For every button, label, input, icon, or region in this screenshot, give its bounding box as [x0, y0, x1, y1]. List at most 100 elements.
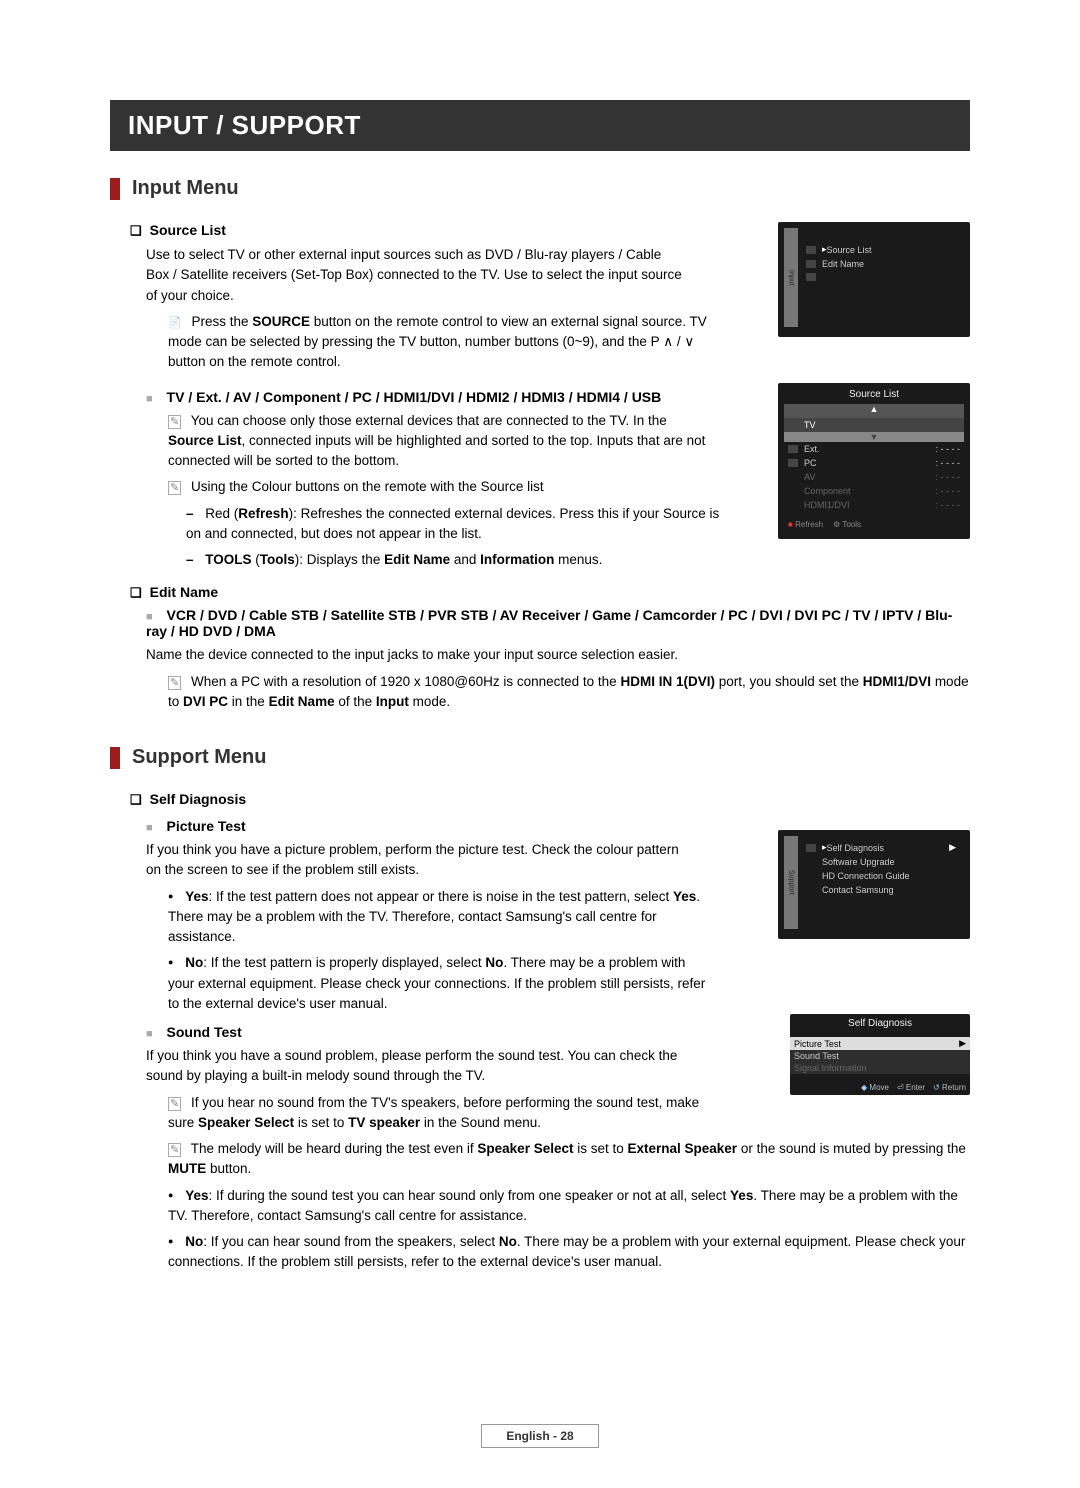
- t: Yes: [185, 1188, 208, 1203]
- figure-title: Self Diagnosis: [790, 1014, 970, 1033]
- pencil-icon: [168, 413, 187, 428]
- t: button.: [206, 1161, 251, 1176]
- t: Yes: [730, 1188, 753, 1203]
- figure-row: ▸ Source List: [802, 242, 960, 257]
- sound-test-note1: If you hear no sound from the TV's speak…: [168, 1093, 708, 1134]
- t: Press the: [191, 314, 252, 329]
- section-support-menu: Support Menu: [110, 746, 970, 769]
- figure-icon: [788, 445, 798, 453]
- section-input-menu: Input Menu: [110, 177, 970, 200]
- t: : - - - -: [936, 444, 961, 454]
- t: Edit Name: [384, 552, 450, 567]
- t: TV / Ext. / AV / Component / PC / HDMI1/…: [167, 389, 662, 405]
- colour-buttons-note: Using the Colour buttons on the remote w…: [168, 477, 708, 497]
- pencil-icon: [168, 1095, 187, 1110]
- t: Refresh: [238, 506, 288, 521]
- t: Ext.: [804, 444, 820, 454]
- t: SOURCE: [252, 314, 310, 329]
- t: Red (: [205, 506, 238, 521]
- figure-support-menu: Support ▸ Self Diagnosis▶ Software Upgra…: [778, 830, 970, 939]
- page-number-box: English - 28: [481, 1424, 598, 1448]
- t: Speaker Select: [477, 1141, 573, 1156]
- title-bar: INPUT / SUPPORT: [110, 100, 970, 151]
- figure-icon: [806, 260, 816, 268]
- red-bar-accent: [110, 178, 120, 200]
- t: Tools: [842, 520, 861, 529]
- figure-row: Contact Samsung: [802, 883, 960, 897]
- figure-row: Picture Test▶: [790, 1037, 970, 1050]
- t: Using the Colour buttons on the remote w…: [191, 479, 544, 494]
- picture-test-intro: If you think you have a picture problem,…: [146, 840, 686, 881]
- t: Sound Test: [794, 1051, 839, 1061]
- edit-name-note: When a PC with a resolution of 1920 x 10…: [168, 672, 970, 713]
- figure-title: Source List: [784, 389, 964, 400]
- figure-row: HDMI1/DVI: - - - -: [784, 498, 964, 512]
- t: Sound Test: [167, 1024, 242, 1040]
- figure-footer: ■ Refresh ⚙ Tools: [784, 520, 964, 529]
- figure-input-menu: Input ▸ Source List Edit Name: [778, 222, 970, 337]
- picture-test-no: No: If the test pattern is properly disp…: [168, 953, 708, 1014]
- source-list-heading: Source List: [130, 222, 762, 239]
- gray-square-bullet: [146, 393, 163, 405]
- t: VCR / DVD / Cable STB / Satellite STB / …: [146, 607, 952, 639]
- t: PC: [804, 458, 817, 468]
- t: ): Displays the: [295, 552, 384, 567]
- t: HD Connection Guide: [822, 871, 910, 881]
- t: DVI PC: [183, 694, 228, 709]
- t: Source List: [168, 433, 242, 448]
- figure-icon: [788, 421, 798, 429]
- page-footer: English - 28: [0, 1424, 1080, 1448]
- t: Contact Samsung: [822, 885, 894, 895]
- t: Return: [942, 1083, 966, 1092]
- t: button on the remote control.: [168, 354, 341, 369]
- t: TV speaker: [348, 1115, 420, 1130]
- t: AV: [804, 472, 815, 482]
- t: Tools: [260, 552, 295, 567]
- t: TV: [804, 420, 816, 430]
- t: External Speaker: [628, 1141, 738, 1156]
- picture-test-heading: Picture Test: [146, 818, 762, 834]
- t: MUTE: [168, 1161, 206, 1176]
- t: When a PC with a resolution of 1920 x 10…: [191, 674, 620, 689]
- t: HDMI1/DVI: [863, 674, 931, 689]
- t: HDMI1/DVI: [804, 500, 850, 510]
- sound-test-no: No: If you can hear sound from the speak…: [168, 1232, 970, 1273]
- figure-row: HD Connection Guide: [802, 869, 960, 883]
- figure-self-diagnosis: Self Diagnosis Picture Test▶ Sound Test …: [790, 1014, 970, 1095]
- t: : If you can hear sound from the speaker…: [203, 1234, 499, 1249]
- t: Component: [804, 486, 851, 496]
- t: is set to: [294, 1115, 348, 1130]
- gray-square-bullet: [146, 822, 163, 834]
- t: Input: [376, 694, 409, 709]
- red-bar-accent: [110, 747, 120, 769]
- edit-name-devices: VCR / DVD / Cable STB / Satellite STB / …: [146, 607, 970, 639]
- t: You can choose only those external devic…: [191, 413, 667, 428]
- figure-icon: [788, 459, 798, 467]
- t: : If during the sound test you can hear …: [208, 1188, 730, 1203]
- t: Refresh: [795, 520, 823, 529]
- t: : If the test pattern does not appear or…: [208, 889, 673, 904]
- t: Information: [480, 552, 554, 567]
- t: is set to: [573, 1141, 627, 1156]
- figure-row: Sound Test: [790, 1050, 970, 1062]
- t: mode.: [409, 694, 450, 709]
- figure-row: TV: [784, 418, 964, 432]
- gray-square-bullet: [146, 1028, 163, 1040]
- sound-test-yes: Yes: If during the sound test you can he…: [168, 1186, 970, 1227]
- t: No: [485, 955, 503, 970]
- t: HDMI IN 1(DVI): [620, 674, 715, 689]
- figure-row: AV: - - - -: [784, 470, 964, 484]
- t: No: [499, 1234, 517, 1249]
- section-support-menu-text: Support Menu: [132, 746, 266, 769]
- t: Source List: [827, 245, 872, 255]
- t: Yes: [185, 889, 208, 904]
- up-down-icon: ∧ / ∨: [663, 334, 694, 349]
- section-input-menu-text: Input Menu: [132, 177, 239, 200]
- figure-icon: [806, 273, 816, 281]
- t: , connected inputs will be highlighted a…: [168, 433, 705, 468]
- t: Picture Test: [167, 818, 246, 834]
- t: No: [185, 1234, 203, 1249]
- note-icon: [168, 314, 188, 329]
- pencil-icon: [168, 479, 187, 494]
- figure-source-list: Source List ▲ TV ▼ Ext.: - - - - PC: - -…: [778, 383, 970, 539]
